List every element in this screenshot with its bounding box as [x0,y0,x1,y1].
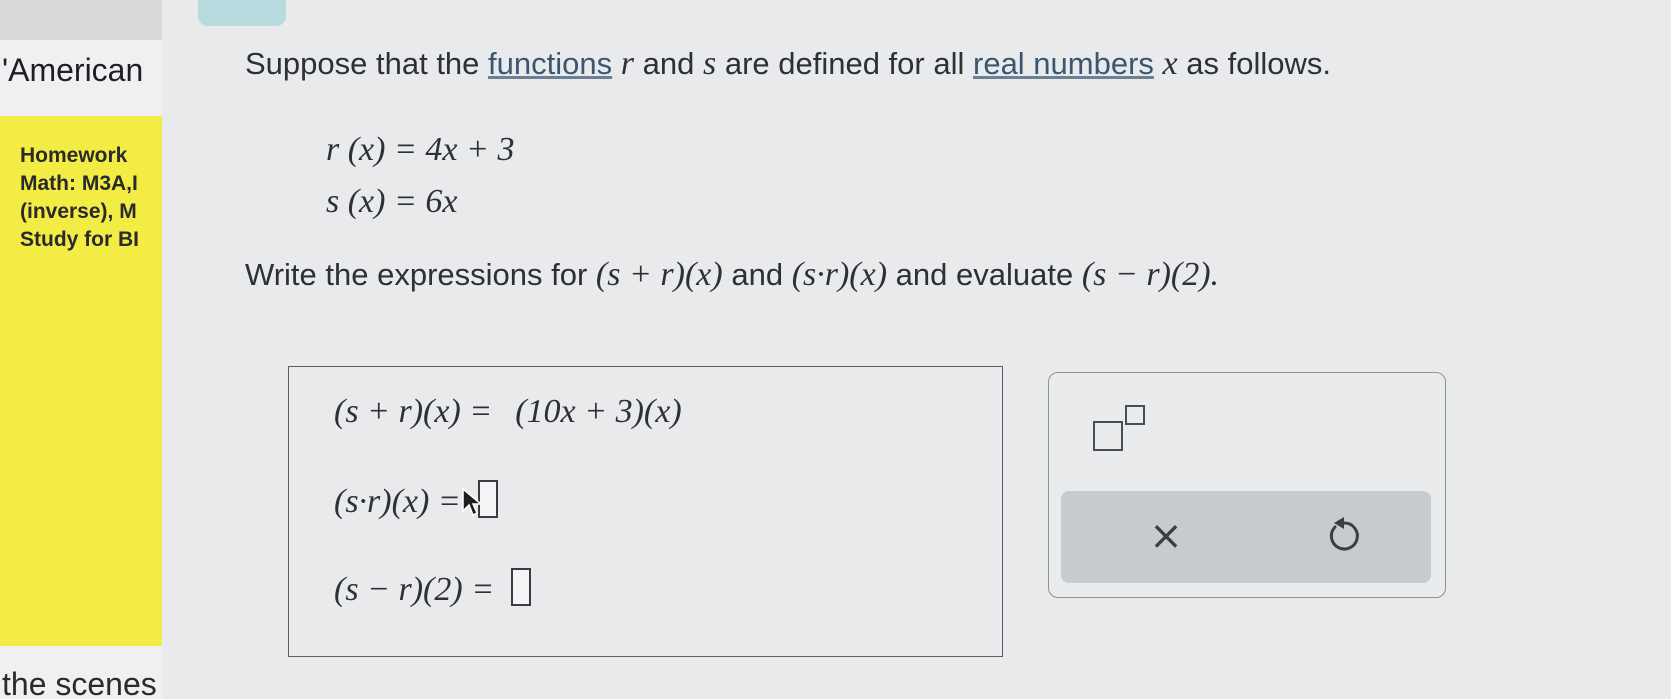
tool-action-bar: × [1061,491,1431,583]
var-s: s [702,45,717,82]
superscript-exponent-icon [1125,405,1145,425]
sidebar-top-strip [0,0,162,40]
expr-sum: (s + r)(x) [595,256,723,293]
sidebar-line: Homework [20,144,128,167]
sum-answer-input[interactable]: (10x + 3)(x) [515,393,681,430]
function-definitions: r (x) = 4x + 3 s (x) = 6x [326,124,514,228]
math-tool-panel: × [1048,372,1446,598]
sidebar-item-homework[interactable]: Homework Math: M3A,I (inverse), M Study … [20,142,139,254]
superscript-icon [1093,421,1123,451]
sidebar-title[interactable]: 'American [2,52,143,89]
expr-product: (s·r)(x) [791,256,888,293]
top-chevron-button[interactable] [198,0,286,26]
answer-box: (s + r)(x) = (10x + 3)(x) (s·r)(x) = (s … [288,366,1003,657]
answer-row-diff: (s − r)(2) = [334,567,532,609]
row-lhs: (s − r)(2) = [334,571,495,608]
instruction-text: Write the expressions for [245,257,588,292]
instruction-text: and evaluate [895,257,1074,292]
sidebar-bottom-text: the scenes [2,666,157,699]
var-x: x [1162,45,1178,82]
question-text: and [642,46,695,81]
real-numbers-link[interactable]: real numbers [973,46,1154,81]
row-lhs: (s·r)(x) = [334,483,461,520]
instruction: Write the expressions for (s + r)(x) and… [245,256,1219,294]
def-s: s (x) = 6x [326,183,458,220]
sidebar-line: Study for BI [20,228,139,251]
def-r: r (x) = 4x + 3 [326,131,515,168]
sidebar-line: (inverse), M [20,200,137,223]
answer-row-sum: (s + r)(x) = (10x + 3)(x) [334,389,682,431]
var-r: r [620,45,634,82]
question-text: are defined for all [724,46,965,81]
clear-button[interactable]: × [1141,511,1191,561]
mouse-cursor-icon [462,487,483,517]
diff-answer-input[interactable] [511,568,532,606]
instruction-text: and [731,257,784,292]
undo-icon[interactable] [1321,513,1367,559]
left-sidebar: 'American Homework Math: M3A,I (inverse)… [0,0,162,699]
question-text: Suppose that the [245,46,480,81]
expr-diff: (s − r)(2). [1081,256,1220,293]
sidebar-line: Math: M3A,I [20,172,138,195]
question-text: as follows. [1186,46,1331,81]
row-lhs: (s + r)(x) = [334,393,493,430]
question-statement: Suppose that the functions r and s are d… [245,45,1331,83]
functions-link[interactable]: functions [488,46,612,81]
superscript-button[interactable] [1093,405,1163,455]
